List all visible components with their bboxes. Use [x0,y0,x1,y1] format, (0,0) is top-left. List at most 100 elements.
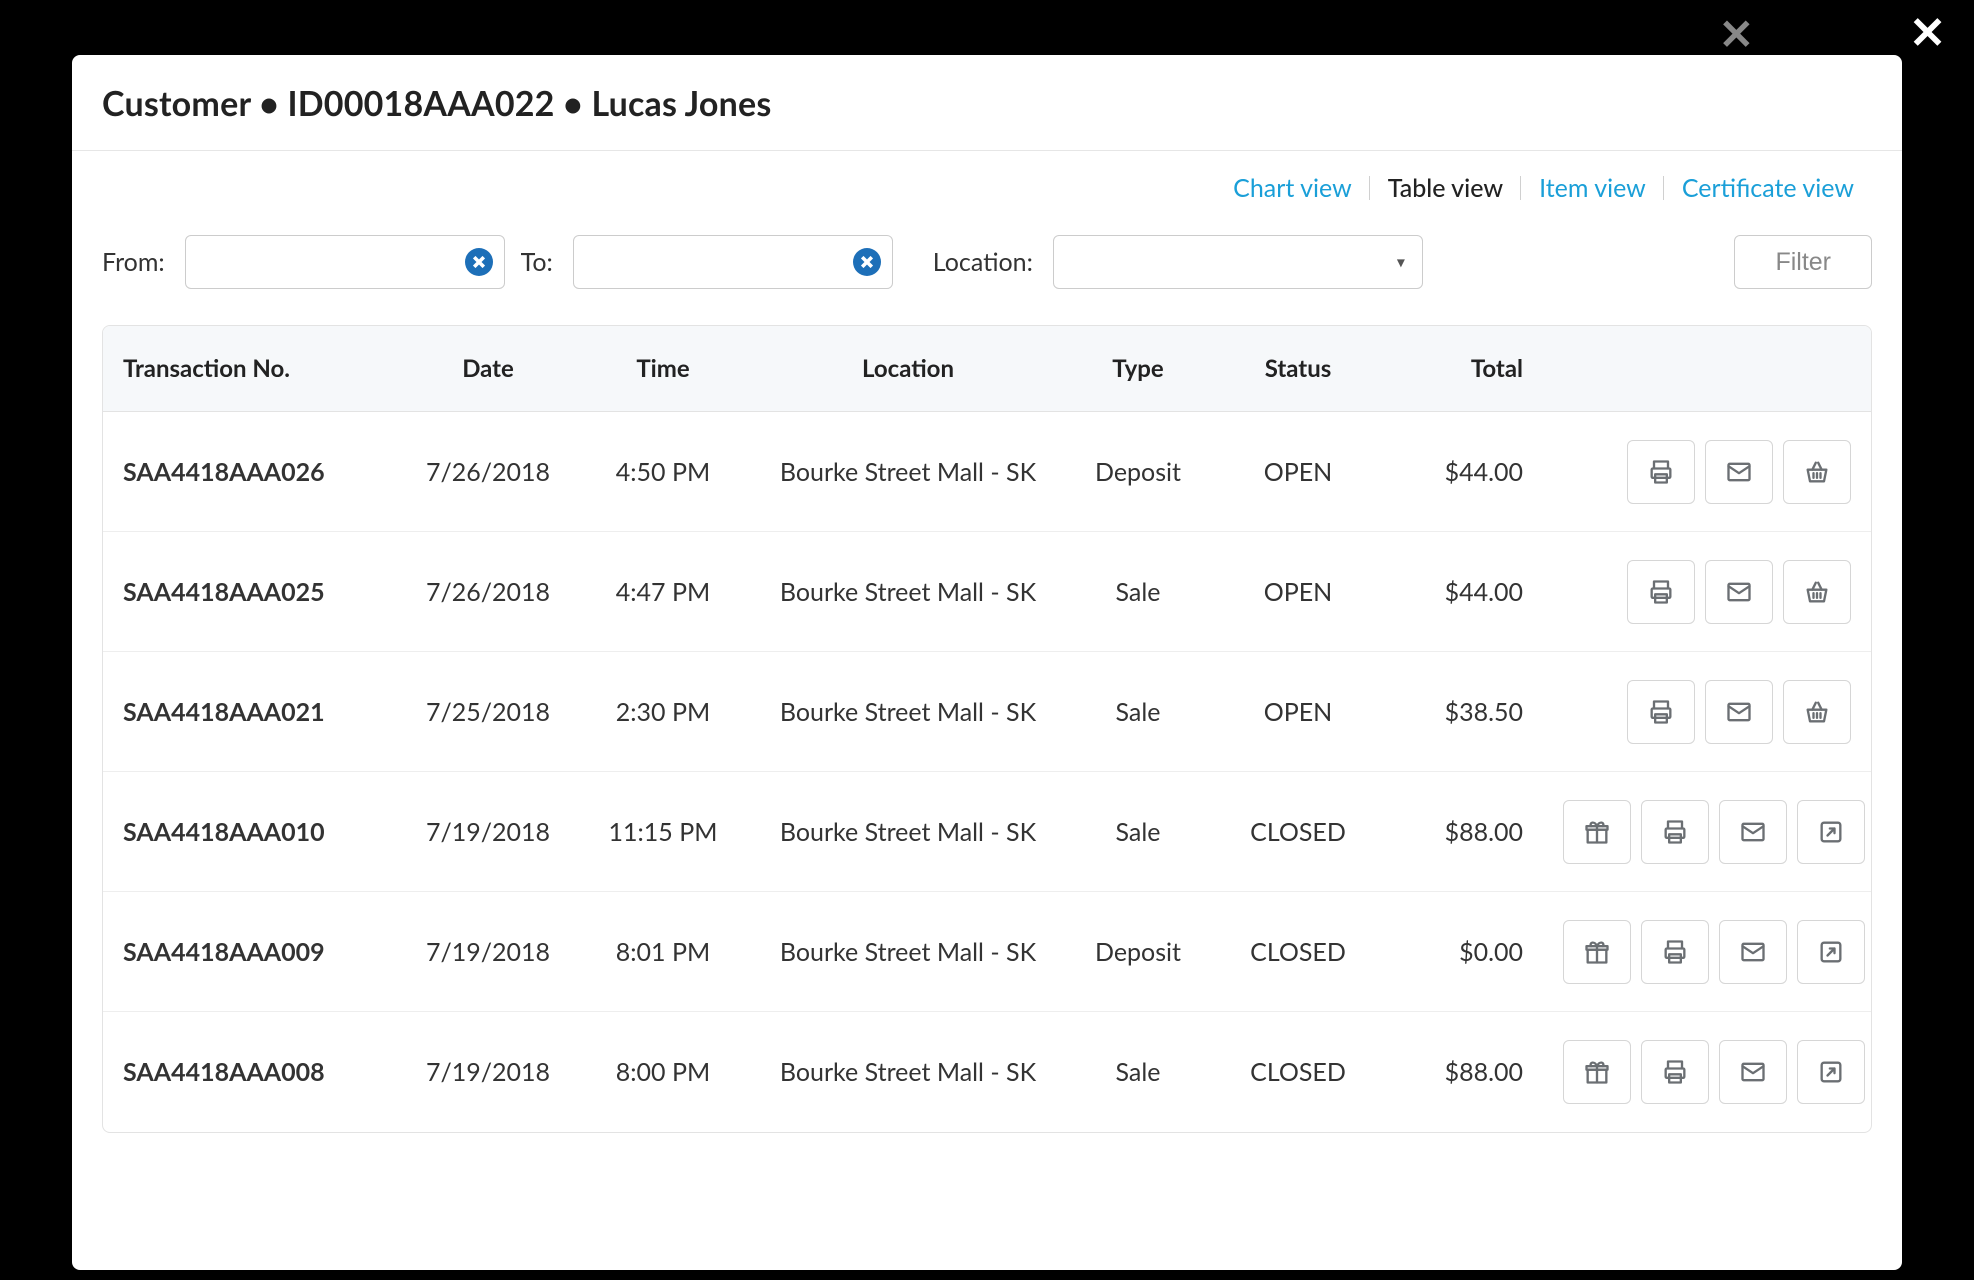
print-button[interactable] [1641,1040,1709,1104]
table-row: SAA4418AAA0267/26/20184:50 PMBourke Stre… [103,412,1871,532]
cell-time: 2:30 PM [573,697,753,727]
open-external-icon [1817,818,1845,846]
basket-button[interactable] [1783,440,1851,504]
tab-table-view[interactable]: Table view [1370,173,1521,203]
cell-total: $44.00 [1383,457,1543,487]
cell-transaction-no: SAA4418AAA008 [103,1057,403,1087]
cell-date: 7/19/2018 [403,937,573,967]
basket-icon [1803,458,1831,486]
clear-from-button[interactable] [465,248,493,276]
email-button[interactable] [1719,1040,1787,1104]
tab-certificate-view[interactable]: Certificate view [1664,173,1872,203]
modal-title: Customer • ID00018AAA022 • Lucas Jones [102,83,1872,124]
cell-date: 7/19/2018 [403,1057,573,1087]
to-date-input[interactable] [573,235,893,289]
email-button[interactable] [1705,560,1773,624]
table-row: SAA4418AAA0097/19/20188:01 PMBourke Stre… [103,892,1871,1012]
print-button[interactable] [1641,800,1709,864]
email-button[interactable] [1719,920,1787,984]
cell-actions [1543,920,1872,984]
customer-modal: Customer • ID00018AAA022 • Lucas Jones C… [72,55,1902,1270]
cell-total: $44.00 [1383,577,1543,607]
view-tabs: Chart view Table view Item view Certific… [102,173,1872,203]
cell-time: 11:15 PM [573,817,753,847]
open-button[interactable] [1797,920,1865,984]
gift-button[interactable] [1563,920,1631,984]
cell-time: 4:47 PM [573,577,753,607]
cell-total: $88.00 [1383,817,1543,847]
cell-actions [1543,1040,1872,1104]
cell-time: 8:01 PM [573,937,753,967]
email-icon [1739,1058,1767,1086]
email-button[interactable] [1705,680,1773,744]
cell-status: CLOSED [1213,817,1383,847]
print-button[interactable] [1627,680,1695,744]
cell-location: Bourke Street Mall - SK [753,697,1063,727]
cell-location: Bourke Street Mall - SK [753,937,1063,967]
email-button[interactable] [1705,440,1773,504]
to-label: To: [521,247,553,277]
close-icon[interactable]: ✕ [1909,10,1946,54]
cell-total: $0.00 [1383,937,1543,967]
email-icon [1739,938,1767,966]
location-label: Location: [933,247,1033,277]
print-icon [1647,458,1675,486]
cell-actions [1543,800,1872,864]
print-button[interactable] [1627,560,1695,624]
cell-date: 7/25/2018 [403,697,573,727]
email-icon [1725,458,1753,486]
cell-transaction-no: SAA4418AAA021 [103,697,403,727]
cell-status: OPEN [1213,577,1383,607]
email-icon [1739,818,1767,846]
filter-bar: From: To: Location: ▾ Filter [102,235,1872,289]
location-select[interactable] [1053,235,1423,289]
cell-location: Bourke Street Mall - SK [753,577,1063,607]
print-icon [1661,1058,1689,1086]
clear-to-button[interactable] [853,248,881,276]
table-row: SAA4418AAA0107/19/201811:15 PMBourke Str… [103,772,1871,892]
close-behind-icon[interactable]: ✕ [1719,12,1754,54]
basket-button[interactable] [1783,680,1851,744]
cell-actions [1543,680,1871,744]
gift-icon [1583,818,1611,846]
table-row: SAA4418AAA0257/26/20184:47 PMBourke Stre… [103,532,1871,652]
cell-time: 8:00 PM [573,1057,753,1087]
table-row: SAA4418AAA0087/19/20188:00 PMBourke Stre… [103,1012,1871,1132]
open-button[interactable] [1797,1040,1865,1104]
email-icon [1725,698,1753,726]
cell-transaction-no: SAA4418AAA025 [103,577,403,607]
cell-location: Bourke Street Mall - SK [753,457,1063,487]
cell-date: 7/19/2018 [403,817,573,847]
open-external-icon [1817,1058,1845,1086]
open-button[interactable] [1797,800,1865,864]
tab-item-view[interactable]: Item view [1521,173,1664,203]
cell-status: OPEN [1213,697,1383,727]
gift-icon [1583,938,1611,966]
email-icon [1725,578,1753,606]
th-total: Total [1383,326,1543,411]
cell-actions [1543,560,1871,624]
filter-button[interactable]: Filter [1734,235,1872,289]
cell-location: Bourke Street Mall - SK [753,1057,1063,1087]
th-status: Status [1213,326,1383,411]
cell-total: $88.00 [1383,1057,1543,1087]
th-transaction-no: Transaction No. [103,326,403,411]
cell-transaction-no: SAA4418AAA010 [103,817,403,847]
from-date-input[interactable] [185,235,505,289]
open-external-icon [1817,938,1845,966]
modal-body: Chart view Table view Item view Certific… [72,151,1902,1270]
tab-chart-view[interactable]: Chart view [1215,173,1370,203]
cell-time: 4:50 PM [573,457,753,487]
print-button[interactable] [1627,440,1695,504]
cell-location: Bourke Street Mall - SK [753,817,1063,847]
gift-button[interactable] [1563,800,1631,864]
email-button[interactable] [1719,800,1787,864]
gift-button[interactable] [1563,1040,1631,1104]
basket-icon [1803,578,1831,606]
cell-type: Sale [1063,697,1213,727]
basket-button[interactable] [1783,560,1851,624]
basket-icon [1803,698,1831,726]
transactions-table: Transaction No. Date Time Location Type … [102,325,1872,1133]
print-button[interactable] [1641,920,1709,984]
table-header-row: Transaction No. Date Time Location Type … [103,326,1871,412]
